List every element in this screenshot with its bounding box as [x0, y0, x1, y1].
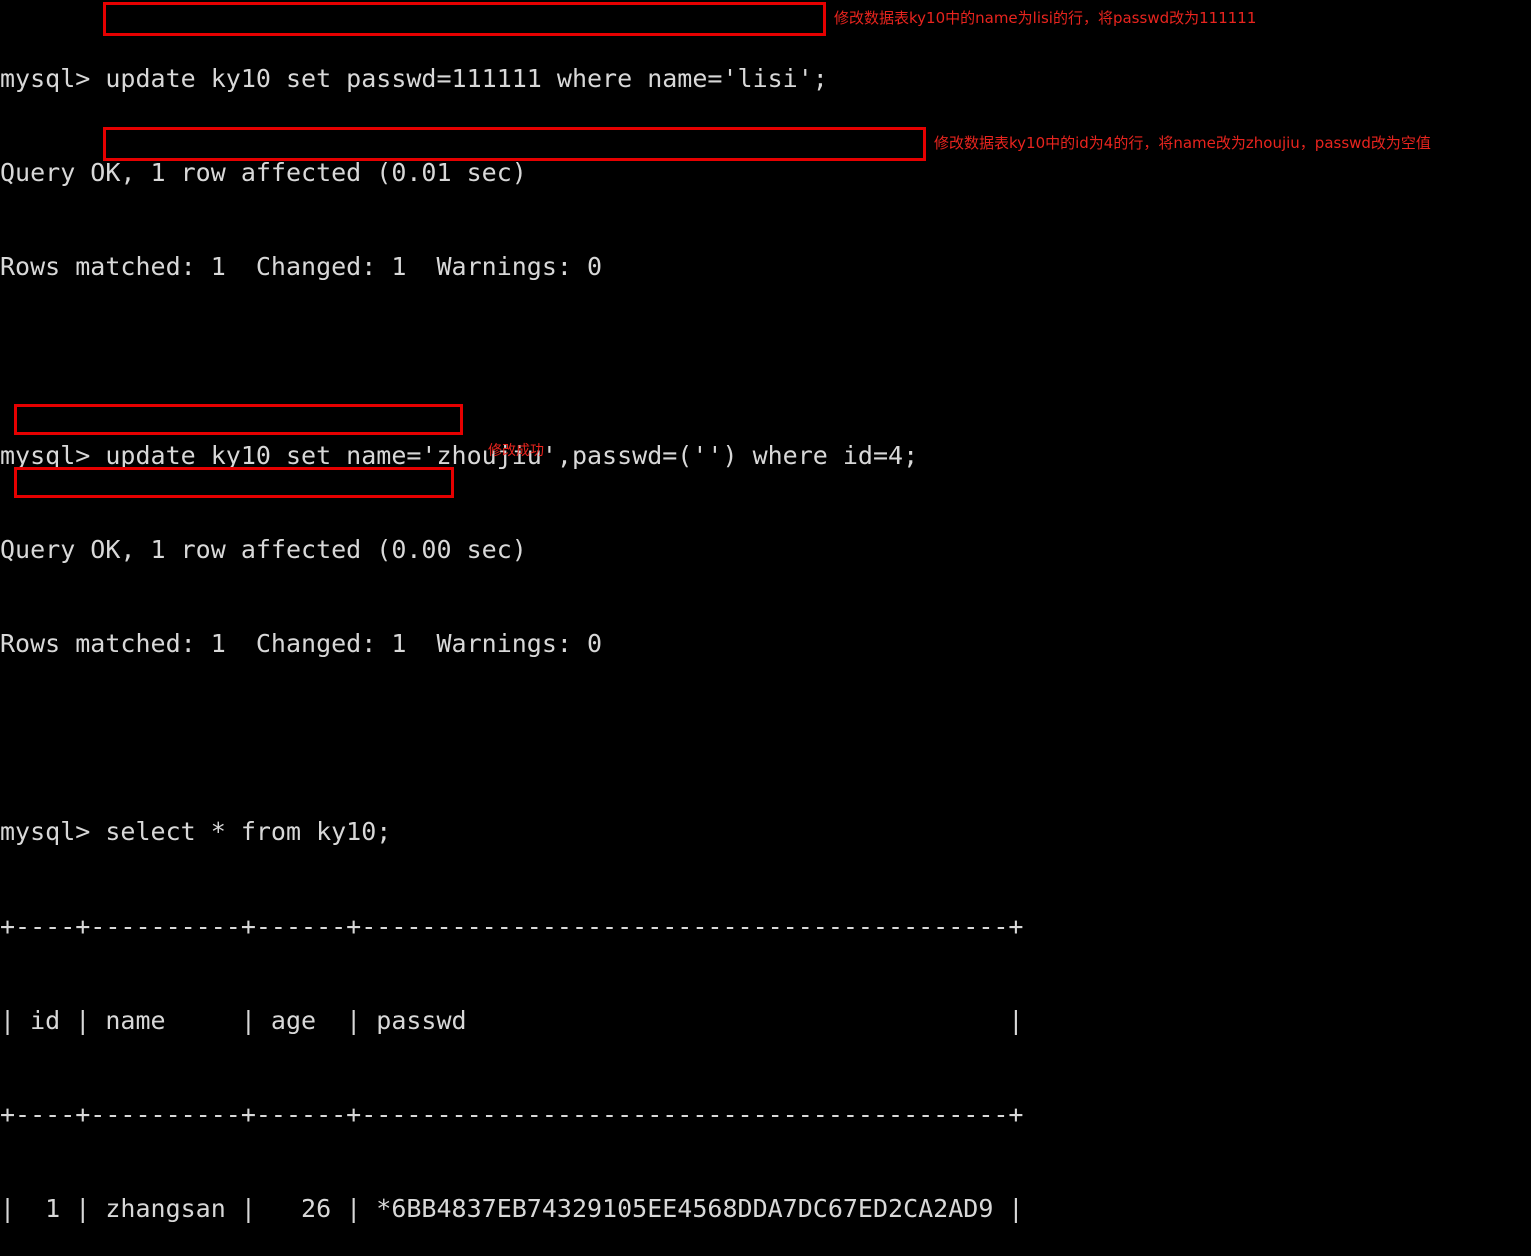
terminal-line: Query OK, 1 row affected (0.00 sec) — [0, 534, 527, 564]
terminal-line: mysql> select * from ky10; — [0, 817, 392, 847]
terminal-line: Rows matched: 1 Changed: 1 Warnings: 0 — [0, 252, 603, 282]
terminal-window[interactable]: mysql> update ky10 set passwd=111111 whe… — [0, 0, 1531, 1223]
annotation-update-success: 修改成功 — [488, 443, 544, 459]
annotation-command-1: 修改数据表ky10中的name为lisi的行，将passwd改为111111 — [834, 9, 1257, 27]
terminal-line: Rows matched: 1 Changed: 1 Warnings: 0 — [0, 629, 603, 659]
terminal-line: Query OK, 1 row affected (0.01 sec) — [0, 158, 527, 188]
terminal-line: mysql> update ky10 set name='zhoujiu',pa… — [0, 440, 919, 470]
table-border-mid: +----+----------+------+----------------… — [0, 1100, 1024, 1130]
table-row: | 1 | zhangsan | 26 | *6BB4837EB74329105… — [0, 1194, 1024, 1224]
table-header-row: | id | name | age | passwd | — [0, 1005, 1024, 1035]
terminal-output: mysql> update ky10 set passwd=111111 whe… — [0, 0, 1531, 1256]
terminal-line: mysql> update ky10 set passwd=111111 whe… — [0, 63, 828, 93]
annotation-command-2: 修改数据表ky10中的id为4的行，将name改为zhoujiu，passwd改… — [934, 134, 1431, 152]
table-border-top: +----+----------+------+----------------… — [0, 911, 1024, 941]
